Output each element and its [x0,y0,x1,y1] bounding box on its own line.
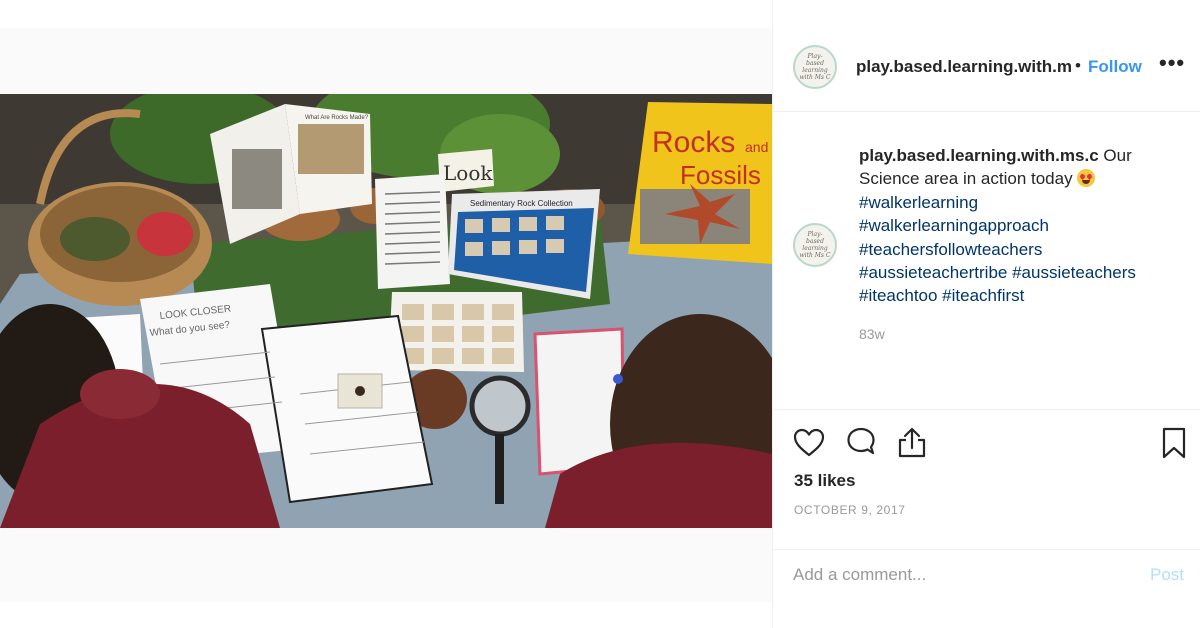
hashtag-teachersfollowteachers[interactable]: #teachersfollowteachers [859,238,1179,261]
speech-bubble-icon[interactable] [844,426,878,460]
hashtag-iteachtoo-iteachfirst[interactable]: #iteachtoo #iteachfirst [859,284,1179,307]
photo-letterbox-top [0,28,772,94]
comment-bar: Post [773,549,1200,601]
look-card-text: Look [443,161,493,185]
share-icon[interactable] [895,426,929,460]
header-username[interactable]: play.based.learning.with.m [856,57,1072,77]
likes-count[interactable]: 35 likes [794,471,855,491]
rock-box-title: Sedimentary Rock Collection [470,199,573,208]
post-caption: play.based.learning.with.ms.c Our Scienc… [859,144,1179,308]
dot-separator: • [1075,56,1081,75]
more-options-icon[interactable]: ••• [1159,50,1185,76]
caption-username[interactable]: play.based.learning.with.ms.c [859,146,1099,165]
hashtag-walkerlearning[interactable]: #walkerlearning [859,191,1179,214]
follow-button[interactable]: Follow [1088,57,1142,77]
time-ago[interactable]: 83w [859,326,885,342]
caption-avatar[interactable]: Play-based learning with Ms C [793,223,837,267]
heart-icon[interactable] [792,426,826,460]
book-title-rocks: Rocks [652,126,735,159]
comment-input[interactable] [793,560,1113,590]
photo-panel: What Are Rocks Made? Look Sedimentary Ro… [0,0,772,628]
booklet-title: What Are Rocks Made? [305,115,369,121]
book-title-and: and [745,139,768,155]
hashtag-walkerlearningapproach[interactable]: #walkerlearningapproach [859,214,1179,237]
bookmark-icon[interactable] [1157,426,1191,460]
post-side-panel: Play-based learning with Ms C play.based… [772,0,1200,628]
post-header: Play-based learning with Ms C play.based… [773,28,1200,112]
book-title-fossils: Fossils [680,160,761,190]
post-date: OCTOBER 9, 2017 [794,503,906,517]
post-photo[interactable]: What Are Rocks Made? Look Sedimentary Ro… [0,94,772,528]
photo-letterbox-bottom [0,528,772,602]
heart-eyes-emoji-icon [1077,169,1096,188]
avatar-text: Play-based learning with Ms C [799,53,831,81]
avatar[interactable]: Play-based learning with Ms C [793,45,837,89]
caption-avatar-text: Play-based learning with Ms C [799,231,831,259]
post-comment-button[interactable]: Post [1150,560,1184,590]
post-actions: 35 likes OCTOBER 9, 2017 [773,409,1200,549]
hashtag-aussieteachertribe-aussieteachers[interactable]: #aussieteachertribe #aussieteachers [859,261,1179,284]
